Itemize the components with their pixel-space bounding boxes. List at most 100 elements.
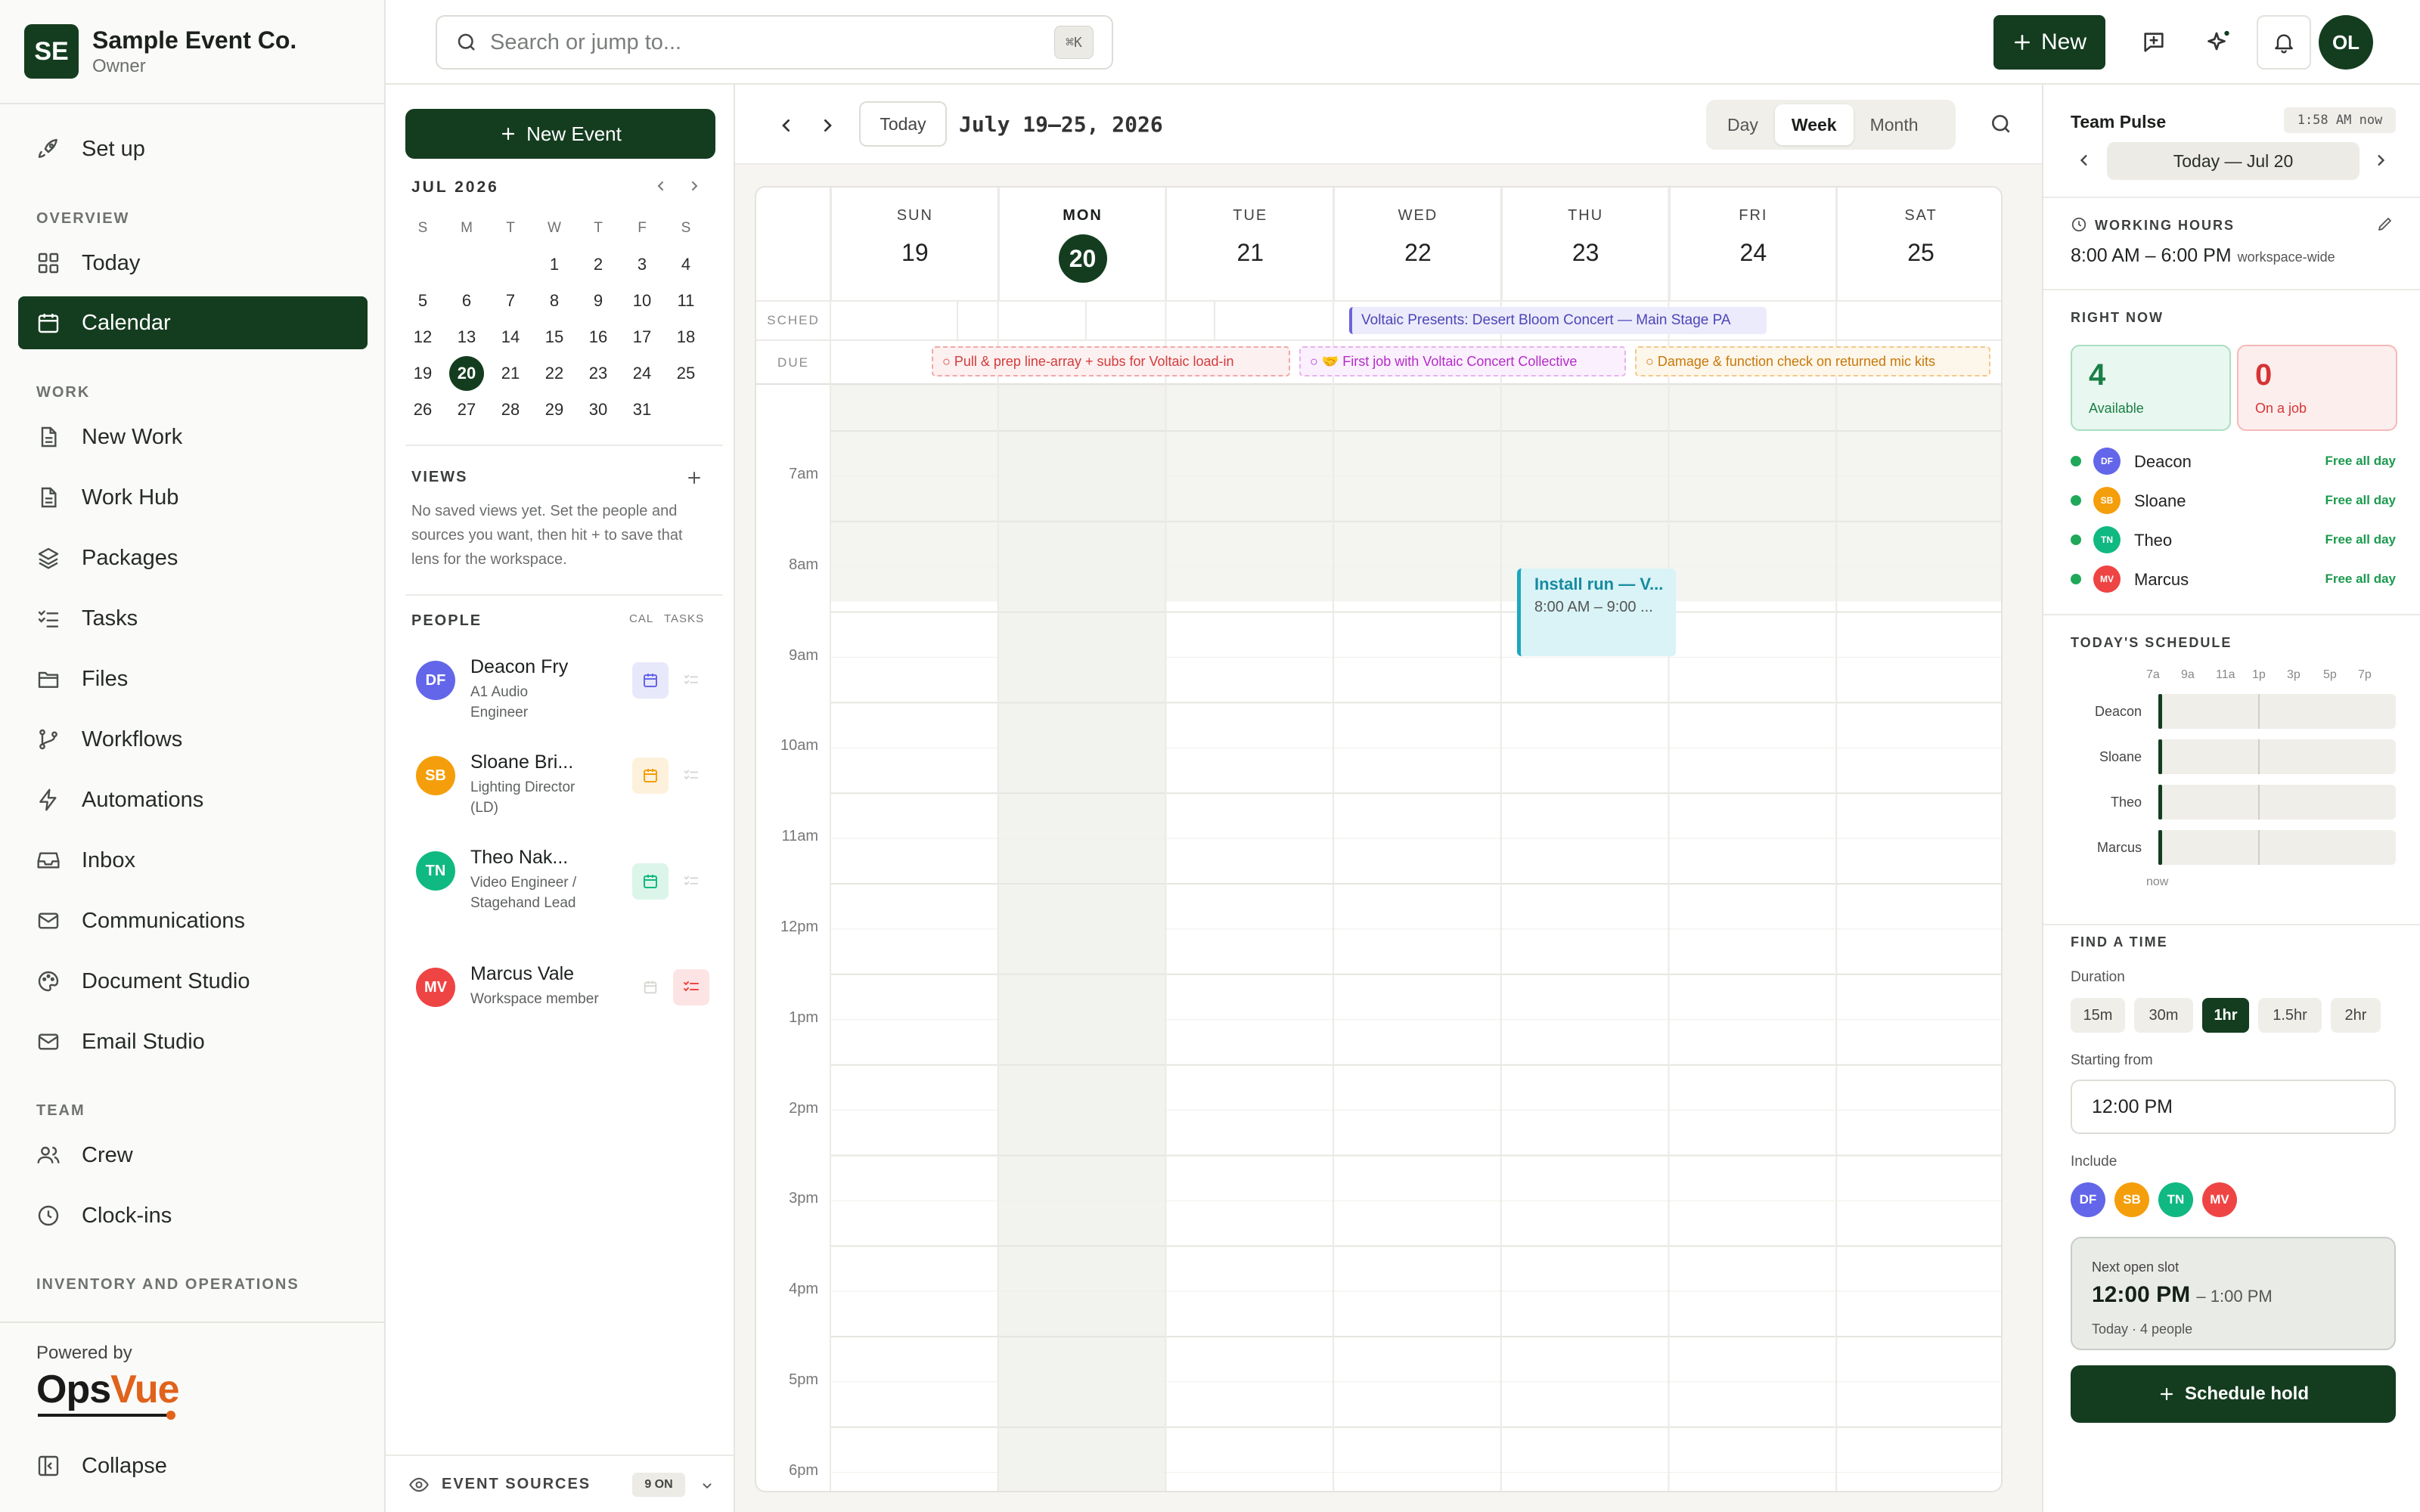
mini-calendar-day[interactable]: 20 — [445, 356, 489, 391]
pulse-date-selector[interactable]: Today — Jul 20 — [2107, 142, 2360, 180]
mini-calendar-day[interactable]: 15 — [532, 327, 576, 347]
mini-calendar-day[interactable]: 2 — [576, 255, 620, 274]
mini-calendar-day[interactable]: 21 — [489, 364, 532, 383]
chevron-down-icon[interactable] — [699, 1477, 715, 1494]
next-open-slot-card[interactable]: Next open slot 12:00 PM – 1:00 PM Today … — [2071, 1237, 2396, 1350]
chevron-left-icon[interactable] — [2074, 150, 2095, 171]
tasks-toggle[interactable] — [673, 758, 709, 794]
mini-calendar-day[interactable]: 8 — [532, 291, 576, 311]
sidebar-item-packages[interactable]: Packages — [18, 531, 368, 584]
mini-calendar-day[interactable]: 27 — [445, 400, 489, 420]
due-item-first-job[interactable]: ○ 🤝 First job with Voltaic Concert Colle… — [1299, 346, 1626, 376]
new-event-button[interactable]: New Event — [405, 109, 715, 159]
add-view-icon[interactable] — [685, 469, 703, 487]
sidebar-item-files[interactable]: Files — [18, 652, 368, 705]
chevron-right-icon[interactable] — [2370, 150, 2391, 171]
include-avatar-sloane[interactable]: SB — [2114, 1182, 2149, 1217]
duration-1-5hr[interactable]: 1.5hr — [2258, 998, 2322, 1033]
mini-calendar-day[interactable]: 12 — [401, 327, 445, 347]
user-avatar[interactable]: OL — [2319, 15, 2373, 70]
tasks-toggle[interactable] — [673, 863, 709, 900]
mini-calendar-day[interactable]: 29 — [532, 400, 576, 420]
collapse-button[interactable]: Collapse — [18, 1439, 368, 1492]
feedback-button[interactable] — [2127, 15, 2181, 70]
due-item-line-array[interactable]: ○ Pull & prep line-array + subs for Volt… — [932, 346, 1290, 376]
today-button[interactable]: Today — [859, 101, 947, 147]
sidebar-item-inbox[interactable]: Inbox — [18, 834, 368, 887]
tasks-toggle[interactable] — [673, 969, 709, 1005]
crew-row-sloane[interactable]: SB Sloane Free all day — [2071, 485, 2396, 516]
duration-15m[interactable]: 15m — [2071, 998, 2125, 1033]
mini-calendar-day[interactable]: 1 — [532, 255, 576, 274]
mini-calendar-day[interactable]: 17 — [620, 327, 664, 347]
pencil-icon[interactable] — [2376, 215, 2394, 233]
day-header-thu[interactable]: THU 23 — [1500, 187, 1669, 301]
calendar-toggle[interactable] — [632, 662, 669, 699]
mini-calendar-day[interactable]: 11 — [664, 291, 708, 311]
view-month[interactable]: Month — [1854, 104, 1935, 145]
sidebar-item-tasks[interactable]: Tasks — [18, 592, 368, 645]
schedule-row-deacon[interactable]: Deacon — [2071, 694, 2396, 729]
calendar-toggle[interactable] — [632, 758, 669, 794]
mini-calendar-day[interactable]: 16 — [576, 327, 620, 347]
sidebar-item-setup[interactable]: Set up — [18, 122, 368, 175]
mini-calendar-day[interactable]: 30 — [576, 400, 620, 420]
prev-week-icon[interactable] — [774, 113, 799, 138]
schedule-row-theo[interactable]: Theo — [2071, 785, 2396, 820]
schedule-row-marcus[interactable]: Marcus — [2071, 830, 2396, 865]
schedule-row-sloane[interactable]: Sloane — [2071, 739, 2396, 774]
calendar-toggle[interactable] — [632, 863, 669, 900]
chevron-left-icon[interactable] — [652, 177, 670, 195]
mini-calendar-day[interactable]: 23 — [576, 364, 620, 383]
duration-30m[interactable]: 30m — [2134, 998, 2193, 1033]
include-avatar-deacon[interactable]: DF — [2071, 1182, 2105, 1217]
mini-calendar-day[interactable]: 7 — [489, 291, 532, 311]
day-header-fri[interactable]: FRI 24 — [1668, 187, 1837, 301]
day-header-mon[interactable]: MON 20 — [997, 187, 1166, 301]
tasks-toggle[interactable] — [673, 662, 709, 699]
calendar-event-install-run[interactable]: Install run — V... 8:00 AM – 9:00 ... — [1517, 569, 1676, 656]
view-week[interactable]: Week — [1774, 104, 1854, 145]
next-week-icon[interactable] — [815, 113, 839, 138]
chevron-right-icon[interactable] — [685, 177, 703, 195]
mini-calendar-day[interactable]: 25 — [664, 364, 708, 383]
starting-from-input[interactable]: 12:00 PM — [2071, 1080, 2396, 1134]
include-avatar-theo[interactable]: TN — [2158, 1182, 2193, 1217]
mini-calendar-day[interactable]: 19 — [401, 364, 445, 383]
sidebar-item-new-work[interactable]: New Work — [18, 411, 368, 463]
search-icon[interactable] — [1989, 112, 2013, 136]
sidebar-item-today[interactable]: Today — [18, 237, 368, 290]
mini-calendar-day[interactable]: 4 — [664, 255, 708, 274]
notifications-button[interactable] — [2257, 15, 2311, 70]
mini-calendar-day[interactable]: 13 — [445, 327, 489, 347]
day-header-tue[interactable]: TUE 21 — [1165, 187, 1333, 301]
day-header-wed[interactable]: WED 22 — [1333, 187, 1501, 301]
mini-calendar-day[interactable]: 14 — [489, 327, 532, 347]
day-header-sat[interactable]: SAT 25 — [1836, 187, 2001, 301]
mini-calendar-day[interactable]: 26 — [401, 400, 445, 420]
mini-calendar-day[interactable]: 28 — [489, 400, 532, 420]
include-avatar-marcus[interactable]: MV — [2202, 1182, 2237, 1217]
sidebar-item-crew[interactable]: Crew — [18, 1129, 368, 1182]
mini-calendar-day[interactable]: 6 — [445, 291, 489, 311]
event-sources-toggle[interactable]: EVENT SOURCES — [442, 1476, 591, 1493]
mini-calendar-day[interactable]: 10 — [620, 291, 664, 311]
mini-calendar-day[interactable]: 22 — [532, 364, 576, 383]
sidebar-item-clock-ins[interactable]: Clock-ins — [18, 1189, 368, 1242]
mini-calendar-day[interactable]: 3 — [620, 255, 664, 274]
crew-row-theo[interactable]: TN Theo Free all day — [2071, 525, 2396, 555]
view-day[interactable]: Day — [1711, 104, 1775, 145]
schedule-hold-button[interactable]: Schedule hold — [2071, 1365, 2396, 1423]
crew-row-marcus[interactable]: MV Marcus Free all day — [2071, 564, 2396, 594]
sidebar-item-workflows[interactable]: Workflows — [18, 713, 368, 766]
day-header-sun[interactable]: SUN 19 — [830, 187, 998, 301]
search-input[interactable]: Search or jump to... ⌘K — [436, 15, 1113, 70]
scheduled-event-chip[interactable]: Voltaic Presents: Desert Bloom Concert —… — [1349, 307, 1767, 334]
due-item-mic-kits[interactable]: ○ Damage & function check on returned mi… — [1635, 346, 1990, 376]
mini-calendar-day[interactable]: 31 — [620, 400, 664, 420]
duration-1hr[interactable]: 1hr — [2202, 998, 2249, 1033]
calendar-toggle[interactable] — [632, 969, 669, 1005]
sidebar-item-work-hub[interactable]: Work Hub — [18, 471, 368, 524]
crew-row-deacon[interactable]: DF Deacon Free all day — [2071, 446, 2396, 476]
mini-calendar-day[interactable]: 5 — [401, 291, 445, 311]
